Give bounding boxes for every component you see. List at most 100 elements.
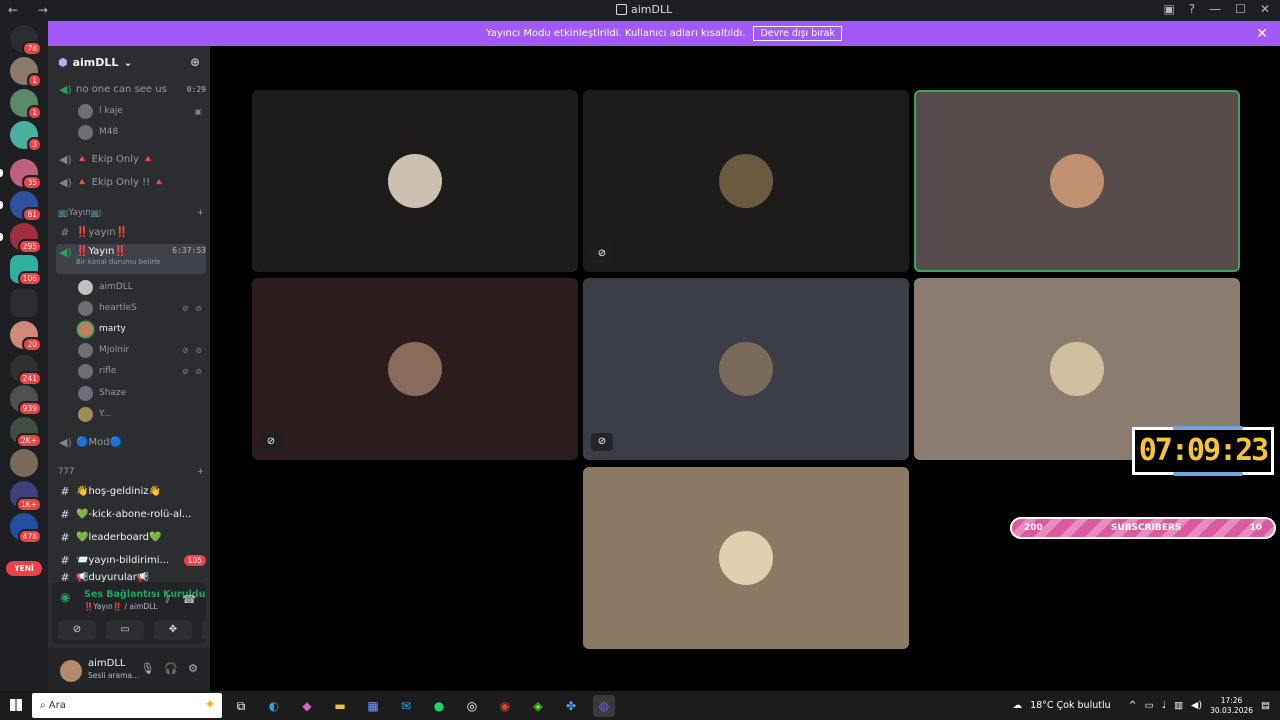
task-view-icon[interactable]: ⧉: [230, 695, 252, 717]
server-icon[interactable]: 81: [10, 191, 42, 222]
video-tile[interactable]: ⊘: [252, 278, 578, 460]
speaker-icon: ◀): [59, 246, 72, 259]
mail-icon[interactable]: ✉: [395, 695, 417, 717]
voice-user[interactable]: marty: [78, 319, 204, 339]
video-tile[interactable]: ⊘: [583, 278, 909, 460]
windows-start-icon[interactable]: [10, 699, 22, 711]
weather-text[interactable]: 18°C Çok bulutlu: [1030, 700, 1111, 711]
microphone-icon[interactable]: ♩: [1162, 700, 1166, 711]
server-icon[interactable]: 2K+: [10, 417, 42, 448]
voice-channel-selected[interactable]: ◀) ‼️Yayın‼️ Bir kanal durumu belirle 6:…: [56, 244, 206, 274]
voice-user[interactable]: aimDLL: [78, 277, 204, 297]
store-icon[interactable]: ▦: [362, 695, 384, 717]
text-channel[interactable]: # 📨yayın-bildirimi... 105: [56, 550, 206, 570]
server-icon[interactable]: 478: [10, 513, 42, 544]
network-icon[interactable]: ▥: [1174, 700, 1183, 711]
voice-user[interactable]: Shaze: [78, 383, 204, 403]
disable-streamer-mode-button[interactable]: Devre dışı bırak: [753, 26, 843, 41]
copilot-icon[interactable]: ◆: [296, 695, 318, 717]
channel-status[interactable]: Bir kanal durumu belirle: [76, 258, 160, 266]
server-icon[interactable]: 241: [10, 355, 42, 386]
close-icon[interactable]: ✕: [1256, 26, 1268, 42]
screen-share-button[interactable]: ▭: [106, 620, 144, 640]
minimize-button[interactable]: —: [1209, 2, 1221, 16]
nav-arrows[interactable]: ← →: [8, 3, 56, 17]
server-icon[interactable]: 3: [10, 121, 42, 152]
new-badge[interactable]: YENİ: [6, 561, 42, 576]
voice-channel[interactable]: ◀) 🔺 Ekip Only !! 🔺: [56, 172, 206, 192]
chevron-up-icon[interactable]: ^: [1129, 700, 1137, 711]
server-icon[interactable]: 35: [10, 159, 42, 190]
microphone-icon[interactable]: 🎙: [140, 662, 154, 675]
taskbar-clock[interactable]: 17:26 30.03.2026: [1210, 696, 1253, 716]
avatar[interactable]: [60, 660, 82, 682]
avatar: [719, 342, 773, 396]
text-channel[interactable]: # 📢duyurular📢: [56, 572, 206, 582]
steam-icon[interactable]: ✤: [560, 695, 582, 717]
voice-channel[interactable]: ◀) no one can see us 0:29: [56, 79, 206, 99]
camera-off-button[interactable]: ⊘: [58, 620, 96, 640]
add-user-icon[interactable]: ⊕: [190, 55, 200, 69]
video-tile[interactable]: [583, 467, 909, 649]
category-header[interactable]: 📺Yayın📺 +: [58, 208, 204, 218]
server-icon[interactable]: 1: [10, 89, 42, 120]
category-header[interactable]: 777 +: [58, 467, 204, 477]
text-channel[interactable]: # 💚-kick-abone-rolü-al...: [56, 504, 206, 524]
gear-icon[interactable]: ⚙: [188, 662, 198, 675]
text-channel[interactable]: # ‼️yayın‼️: [56, 222, 206, 242]
server-icon[interactable]: 1K+: [10, 481, 42, 512]
file-explorer-icon[interactable]: ▬: [329, 695, 351, 717]
guild-header[interactable]: ⬢ aimDLL ⌄ ⊕: [48, 46, 210, 78]
close-button[interactable]: ✕: [1260, 2, 1270, 16]
channel-name: 💚leaderboard💚: [76, 531, 162, 543]
discord-icon[interactable]: ◍: [593, 695, 615, 717]
video-tile[interactable]: ⊘: [583, 90, 909, 272]
spotify-icon[interactable]: ●: [428, 695, 450, 717]
video-tile[interactable]: [252, 90, 578, 272]
server-icon[interactable]: 295: [10, 223, 42, 254]
text-channel[interactable]: # 💚leaderboard💚: [56, 527, 206, 547]
kick-icon[interactable]: ◈: [527, 695, 549, 717]
voice-channel[interactable]: ◀) 🔵Mod🔵: [56, 432, 206, 452]
unread-badge: 78: [22, 41, 42, 56]
plus-icon[interactable]: +: [197, 467, 204, 477]
voice-user[interactable]: Mjolnir ⊘ ⊘: [78, 340, 204, 360]
server-icon[interactable]: 20: [10, 321, 42, 352]
help-icon[interactable]: ?: [1189, 2, 1195, 16]
notification-icon[interactable]: ▤: [1261, 700, 1270, 711]
server-icon[interactable]: 939: [10, 385, 42, 416]
avatar: [78, 300, 93, 316]
voice-user[interactable]: M48: [78, 122, 204, 142]
activities-button[interactable]: ✥: [154, 620, 192, 640]
window-title: aimDLL: [616, 3, 672, 16]
voice-user[interactable]: Y...: [78, 404, 204, 424]
voice-user[interactable]: heartleS ⊘ ⊘: [78, 298, 204, 318]
camera-icon[interactable]: ▭: [1145, 700, 1154, 711]
video-tile-speaking[interactable]: [914, 90, 1240, 272]
chrome-icon[interactable]: ◉: [494, 695, 516, 717]
taskbar-search[interactable]: ⌕ Ara ✦: [32, 693, 222, 718]
maximize-button[interactable]: ☐: [1235, 2, 1246, 16]
edge-icon[interactable]: ◐: [263, 695, 285, 717]
voice-user[interactable]: rifle ⊘ ⊘: [78, 361, 204, 381]
video-grid: ⊘ ⊘ ⊘ 07:09:23 200 SUBSCRIBERS 10: [210, 46, 1280, 691]
server-icon-active[interactable]: 106: [10, 255, 42, 286]
voice-user[interactable]: l kaje ▣: [78, 101, 204, 121]
headphones-icon[interactable]: 🎧: [164, 662, 178, 675]
disconnect-icon[interactable]: ☎: [182, 593, 196, 607]
connection-location[interactable]: ‼️Yayın‼️ / aimDLL: [84, 602, 158, 611]
obs-icon[interactable]: ◎: [461, 695, 483, 717]
inbox-icon[interactable]: ▣: [1163, 2, 1174, 16]
hash-icon: #: [60, 572, 70, 582]
plus-icon[interactable]: +: [197, 208, 204, 218]
voice-channel[interactable]: ◀) 🔺 Ekip Only 🔺: [56, 149, 206, 169]
server-icon[interactable]: [10, 449, 38, 477]
folder-icon[interactable]: [10, 289, 38, 317]
user-name: l kaje: [99, 106, 123, 116]
volume-icon[interactable]: ◀): [1191, 700, 1202, 711]
category-name: 📺Yayın📺: [58, 208, 102, 218]
noise-suppression-icon[interactable]: ⫽: [165, 593, 170, 607]
home-button[interactable]: 78: [10, 25, 42, 56]
server-icon[interactable]: 1: [10, 57, 42, 88]
text-channel[interactable]: # 👋hoş-geldiniz👋: [56, 481, 206, 501]
